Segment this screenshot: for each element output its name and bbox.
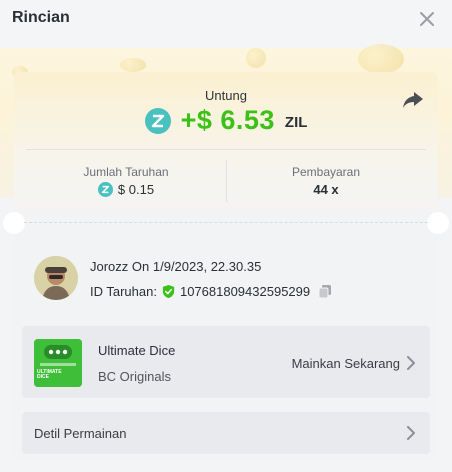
bet-id-value: 107681809432595299	[179, 284, 311, 299]
close-icon[interactable]	[416, 8, 438, 30]
bet-id-label: ID Taruhan:	[90, 284, 157, 299]
profit-currency: ZIL	[284, 114, 308, 131]
payout-label: Pembayaran	[291, 165, 361, 179]
game-thumbnail-logo: ULTIMATE DICE	[37, 369, 62, 380]
play-now-link[interactable]: Mainkan Sekarang	[292, 356, 400, 371]
copy-icon[interactable]	[318, 284, 332, 299]
verified-shield-icon	[162, 284, 175, 299]
decorative-coin	[246, 48, 266, 68]
username-line: Jorozz On 1/9/2023, 22.30.35	[90, 259, 261, 274]
game-card[interactable]: ULTIMATE DICE Ultimate Dice BC Originals…	[22, 326, 430, 398]
bet-timestamp: On 1/9/2023, 22.30.35	[131, 259, 262, 274]
profit-amount: +$ 6.53	[180, 105, 275, 135]
bet-amount-label: Jumlah Taruhan	[83, 165, 169, 179]
profit-row: +$ 6.53 ZIL	[14, 105, 438, 136]
game-provider: BC Originals	[98, 369, 171, 384]
divider	[26, 149, 426, 150]
payout-value: 44 x	[313, 182, 339, 197]
chevron-right-icon	[407, 356, 415, 370]
game-name: Ultimate Dice	[98, 343, 176, 358]
ticket-notch-right	[427, 212, 449, 234]
game-details-row[interactable]: Detil Permainan	[22, 412, 430, 454]
zil-coin-icon	[144, 107, 171, 134]
decorative-coin	[358, 44, 404, 74]
decorative-coin	[120, 58, 146, 72]
avatar-image	[34, 256, 78, 300]
bet-id-line: ID Taruhan: 107681809432595299	[90, 284, 332, 299]
chevron-right-icon	[407, 426, 415, 440]
bet-amount-value: $ 0.15	[117, 182, 155, 197]
dialog-header: Rincian	[0, 0, 452, 48]
game-details-label: Detil Permainan	[34, 426, 127, 441]
username[interactable]: Jorozz	[90, 259, 128, 274]
profit-label: Untung	[205, 88, 247, 103]
dialog-title: Rincian	[12, 9, 70, 26]
zil-coin-icon	[97, 182, 113, 197]
share-icon[interactable]	[402, 90, 424, 110]
ticket-separator	[24, 222, 428, 223]
bet-amount-value-row: $ 0.15	[26, 182, 226, 197]
ticket-notch-left	[3, 212, 25, 234]
bettor-info: Jorozz On 1/9/2023, 22.30.35 ID Taruhan:…	[34, 256, 424, 306]
avatar[interactable]	[34, 256, 78, 300]
game-thumbnail: ULTIMATE DICE	[34, 339, 82, 387]
